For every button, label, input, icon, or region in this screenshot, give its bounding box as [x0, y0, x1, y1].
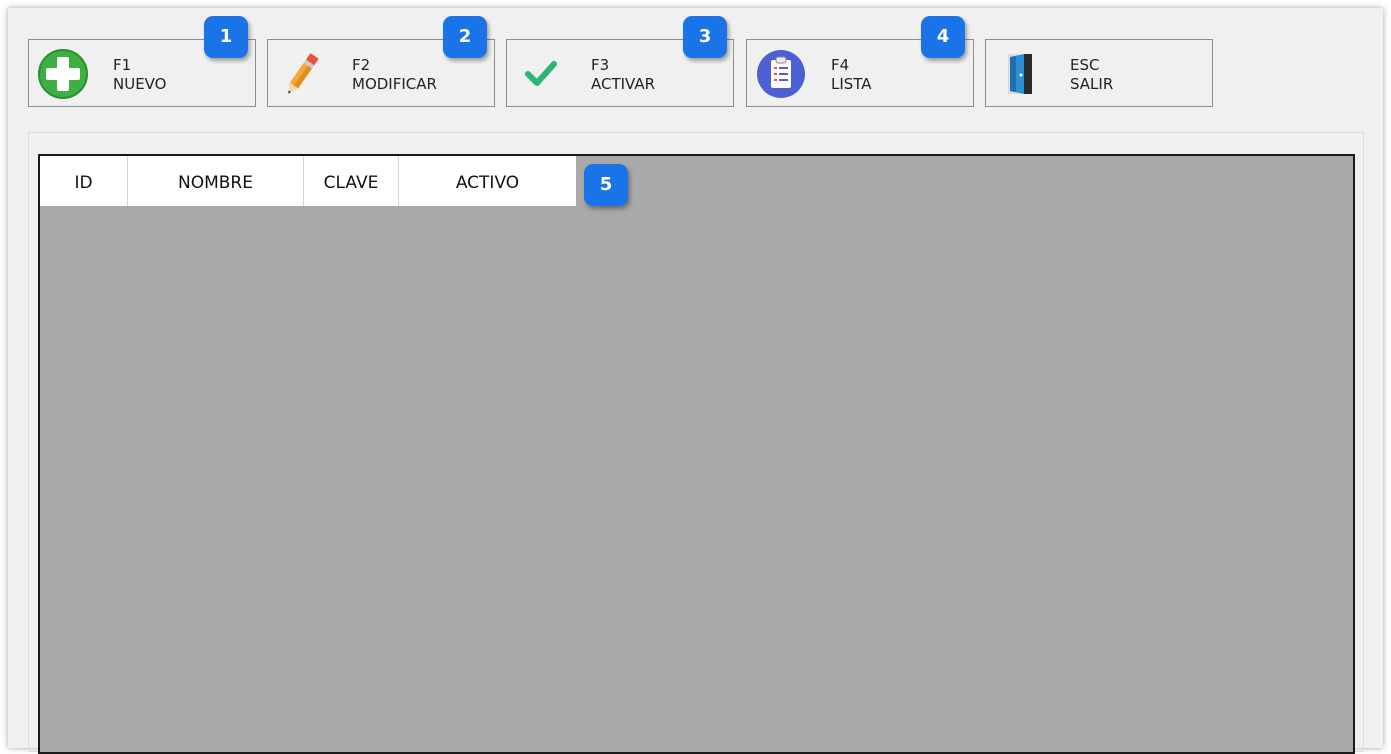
activate-key-label: F3	[591, 56, 610, 74]
activate-label: ACTIVAR	[591, 75, 656, 93]
new-key-label: F1	[113, 56, 132, 74]
list-label: LISTA	[831, 75, 872, 93]
plus-circle-icon	[37, 48, 89, 100]
grid-header: ID NOMBRE CLAVE ACTIVO	[40, 156, 576, 206]
callout-badge-4: 4	[921, 16, 965, 58]
column-header-clave[interactable]: CLAVE	[304, 156, 399, 206]
callout-badge-3: 3	[683, 16, 727, 58]
column-header-nombre[interactable]: NOMBRE	[128, 156, 304, 206]
modify-key-label: F2	[352, 56, 371, 74]
callout-badge-2: 2	[443, 16, 487, 58]
callout-badge-1: 1	[204, 16, 248, 58]
exit-door-icon	[994, 48, 1046, 100]
checkmark-icon	[515, 48, 567, 100]
callout-badge-5: 5	[584, 164, 628, 206]
list-key-label: F4	[831, 56, 850, 74]
data-grid[interactable]: ID NOMBRE CLAVE ACTIVO	[38, 154, 1355, 754]
column-header-activo[interactable]: ACTIVO	[399, 156, 576, 206]
exit-key-label: ESC	[1070, 56, 1100, 74]
clipboard-list-icon	[755, 48, 807, 100]
column-header-id[interactable]: ID	[40, 156, 128, 206]
exit-button[interactable]: ESC SALIR	[985, 39, 1213, 107]
pencil-icon	[276, 48, 328, 100]
exit-label: SALIR	[1070, 75, 1114, 93]
new-label: NUEVO	[113, 75, 167, 93]
modify-label: MODIFICAR	[352, 75, 437, 93]
